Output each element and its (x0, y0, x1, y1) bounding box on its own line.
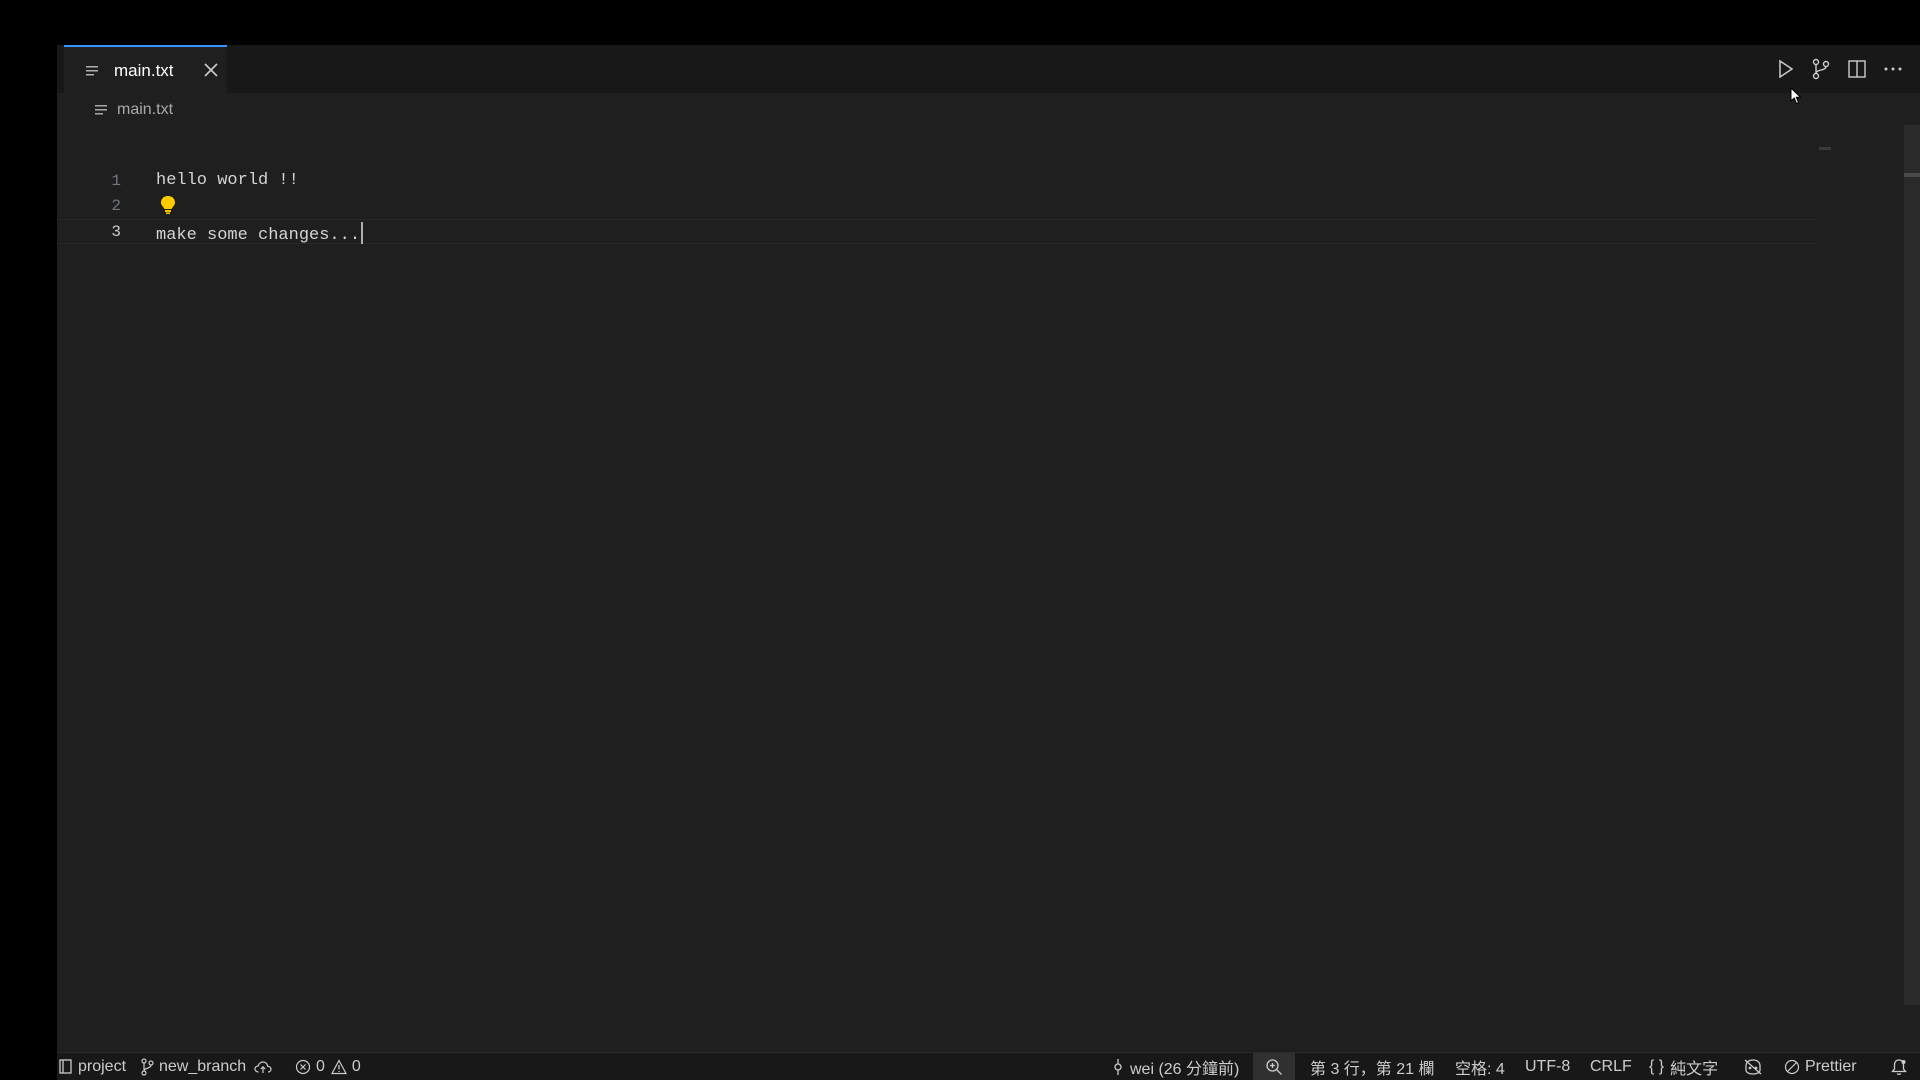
indentation: 空格: 4 (1455, 1061, 1505, 1078)
close-icon[interactable] (202, 61, 220, 79)
status-position[interactable]: 第 3 行，第 21 欄 (1310, 1053, 1434, 1080)
status-bar: project new_branch 0 0 wei (26 分鐘前) 第 3 … (57, 1052, 1920, 1080)
line-text[interactable]: make some changes... (156, 222, 364, 245)
run-icon[interactable] (1774, 58, 1796, 80)
editor-line[interactable]: 1 hello world !! (57, 169, 1817, 194)
braces-icon: { } (1649, 1058, 1665, 1075)
status-problems[interactable]: 0 0 (295, 1053, 361, 1080)
error-count: 0 (316, 1058, 325, 1075)
line-number: 3 (111, 223, 121, 241)
remote-window-icon (59, 1059, 72, 1074)
lightbulb-icon[interactable] (159, 195, 177, 215)
text-file-icon (95, 105, 107, 115)
status-encoding[interactable]: UTF-8 (1525, 1053, 1570, 1080)
line-text[interactable]: hello world !! (156, 171, 299, 190)
status-language[interactable]: { } 純文字 (1649, 1053, 1718, 1080)
code-editor[interactable]: 1 hello world !! 2 3 make some changes..… (57, 125, 1920, 1052)
tab-label: main.txt (114, 61, 174, 80)
editor-window: main.txt main.txt 1 hello world !! 2 3 m… (57, 45, 1920, 1080)
formatter-label: Prettier (1805, 1058, 1857, 1075)
bell-icon (1891, 1059, 1907, 1075)
error-icon (295, 1059, 311, 1075)
line-number: 2 (111, 197, 121, 215)
split-editor-icon[interactable] (1846, 58, 1868, 80)
editor-line-current[interactable]: 3 make some changes... (57, 219, 1817, 245)
breadcrumb-file[interactable]: main.txt (117, 101, 173, 119)
git-branch-icon (141, 1058, 154, 1076)
status-indent[interactable]: 空格: 4 (1455, 1053, 1505, 1080)
git-commit-icon (1114, 1059, 1122, 1075)
status-notifications[interactable] (1890, 1053, 1913, 1080)
cloud-upload-icon[interactable] (254, 1060, 272, 1074)
more-actions-icon[interactable] (1882, 58, 1904, 80)
tab-bar: main.txt (57, 45, 1920, 93)
minimap[interactable] (1819, 147, 1831, 150)
zoom-in-icon (1266, 1059, 1282, 1075)
status-eol[interactable]: CRLF (1590, 1053, 1632, 1080)
branch-label: new_branch (159, 1058, 247, 1075)
end-of-line: CRLF (1590, 1058, 1632, 1075)
editor-line[interactable]: 2 (57, 194, 1817, 219)
language-mode: 純文字 (1670, 1061, 1719, 1078)
cursor-position: 第 3 行，第 21 欄 (1310, 1061, 1435, 1078)
mouse-pointer-icon (1790, 87, 1802, 105)
status-branch[interactable]: new_branch (140, 1053, 277, 1080)
source-control-icon[interactable] (1810, 58, 1832, 80)
status-prettier[interactable]: Prettier (1784, 1053, 1857, 1080)
warning-icon (330, 1059, 347, 1075)
line-text-content: make some changes... (156, 226, 361, 245)
copilot-icon (1744, 1059, 1762, 1075)
breadcrumb[interactable]: main.txt (95, 99, 173, 121)
blame-label: wei (26 分鐘前) (1130, 1061, 1240, 1078)
vertical-scrollbar[interactable] (1904, 125, 1920, 1005)
encoding: UTF-8 (1525, 1058, 1571, 1075)
tab-main-txt[interactable]: main.txt (64, 45, 227, 93)
line-number: 1 (111, 172, 121, 190)
workspace-label: project (78, 1058, 127, 1075)
status-workspace[interactable]: project (59, 1053, 126, 1080)
text-file-icon (86, 66, 98, 76)
status-copilot[interactable] (1743, 1053, 1768, 1080)
text-cursor (361, 222, 364, 244)
status-zoom[interactable] (1253, 1053, 1295, 1080)
prettier-disabled-icon (1784, 1059, 1800, 1075)
warning-count: 0 (351, 1058, 361, 1075)
status-blame[interactable]: wei (26 分鐘前) (1111, 1053, 1239, 1080)
scrollbar-thumb[interactable] (1904, 173, 1920, 177)
